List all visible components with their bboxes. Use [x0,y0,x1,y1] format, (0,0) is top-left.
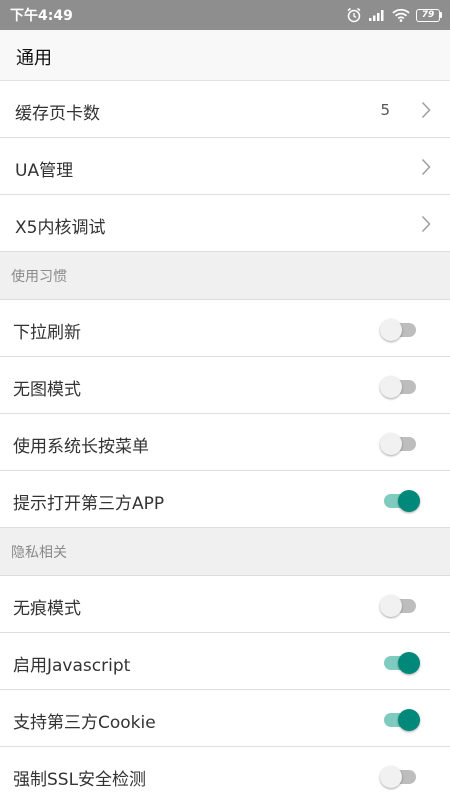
force-ssl-check-row: 强制SSL安全检测 [0,747,450,800]
chevron-right-icon [421,158,431,176]
enable-javascript-label: 启用Javascript [13,656,131,676]
ua-management-row[interactable]: UA管理 [0,138,450,195]
wifi-icon [392,8,410,22]
status-icons: 79 [346,6,442,24]
section-title-usage: 使用习惯 [11,269,67,285]
pull-to-refresh-toggle[interactable] [380,319,420,341]
no-image-mode-toggle[interactable] [380,376,420,398]
status-bar: 下午4:49 79 [0,0,450,30]
system-long-press-menu-row: 使用系统长按菜单 [0,414,450,471]
enable-javascript-toggle[interactable] [380,652,420,674]
prompt-third-party-app-label: 提示打开第三方APP [13,494,165,514]
third-party-cookie-label: 支持第三方Cookie [13,713,156,733]
no-image-mode-row: 无图模式 [0,357,450,414]
cache-tab-count-row[interactable]: 缓存页卡数 5 [0,81,450,138]
chevron-right-icon [421,101,431,119]
cache-tab-count-value: 5 [380,101,390,119]
page-title: 通用 [16,48,52,69]
system-long-press-menu-label: 使用系统长按菜单 [13,437,149,457]
no-image-mode-label: 无图模式 [13,380,81,400]
prompt-third-party-app-row: 提示打开第三方APP [0,471,450,528]
chevron-right-icon [421,215,431,233]
section-title-privacy: 隐私相关 [11,545,67,561]
cache-tab-count-label: 缓存页卡数 [15,104,100,124]
x5-kernel-debug-row[interactable]: X5内核调试 [0,195,450,252]
alarm-icon [346,7,362,23]
pull-to-refresh-row: 下拉刷新 [0,300,450,357]
section-header-privacy: 隐私相关 [0,528,450,576]
incognito-mode-toggle[interactable] [380,595,420,617]
force-ssl-check-toggle[interactable] [380,766,420,788]
third-party-cookie-toggle[interactable] [380,709,420,731]
incognito-mode-row: 无痕模式 [0,576,450,633]
title-bar: 通用 [0,30,450,81]
section-header-usage: 使用习惯 [0,252,450,300]
ua-management-label: UA管理 [15,161,74,181]
status-time: 下午4:49 [10,8,73,24]
x5-kernel-debug-label: X5内核调试 [15,218,106,238]
battery-level: 79 [416,8,440,22]
force-ssl-check-label: 强制SSL安全检测 [13,770,147,790]
third-party-cookie-row: 支持第三方Cookie [0,690,450,747]
system-long-press-menu-toggle[interactable] [380,433,420,455]
signal-icon [368,8,386,22]
enable-javascript-row: 启用Javascript [0,633,450,690]
prompt-third-party-app-toggle[interactable] [380,490,420,512]
pull-to-refresh-label: 下拉刷新 [13,323,81,343]
incognito-mode-label: 无痕模式 [13,599,81,619]
battery-icon: 79 [416,8,442,22]
